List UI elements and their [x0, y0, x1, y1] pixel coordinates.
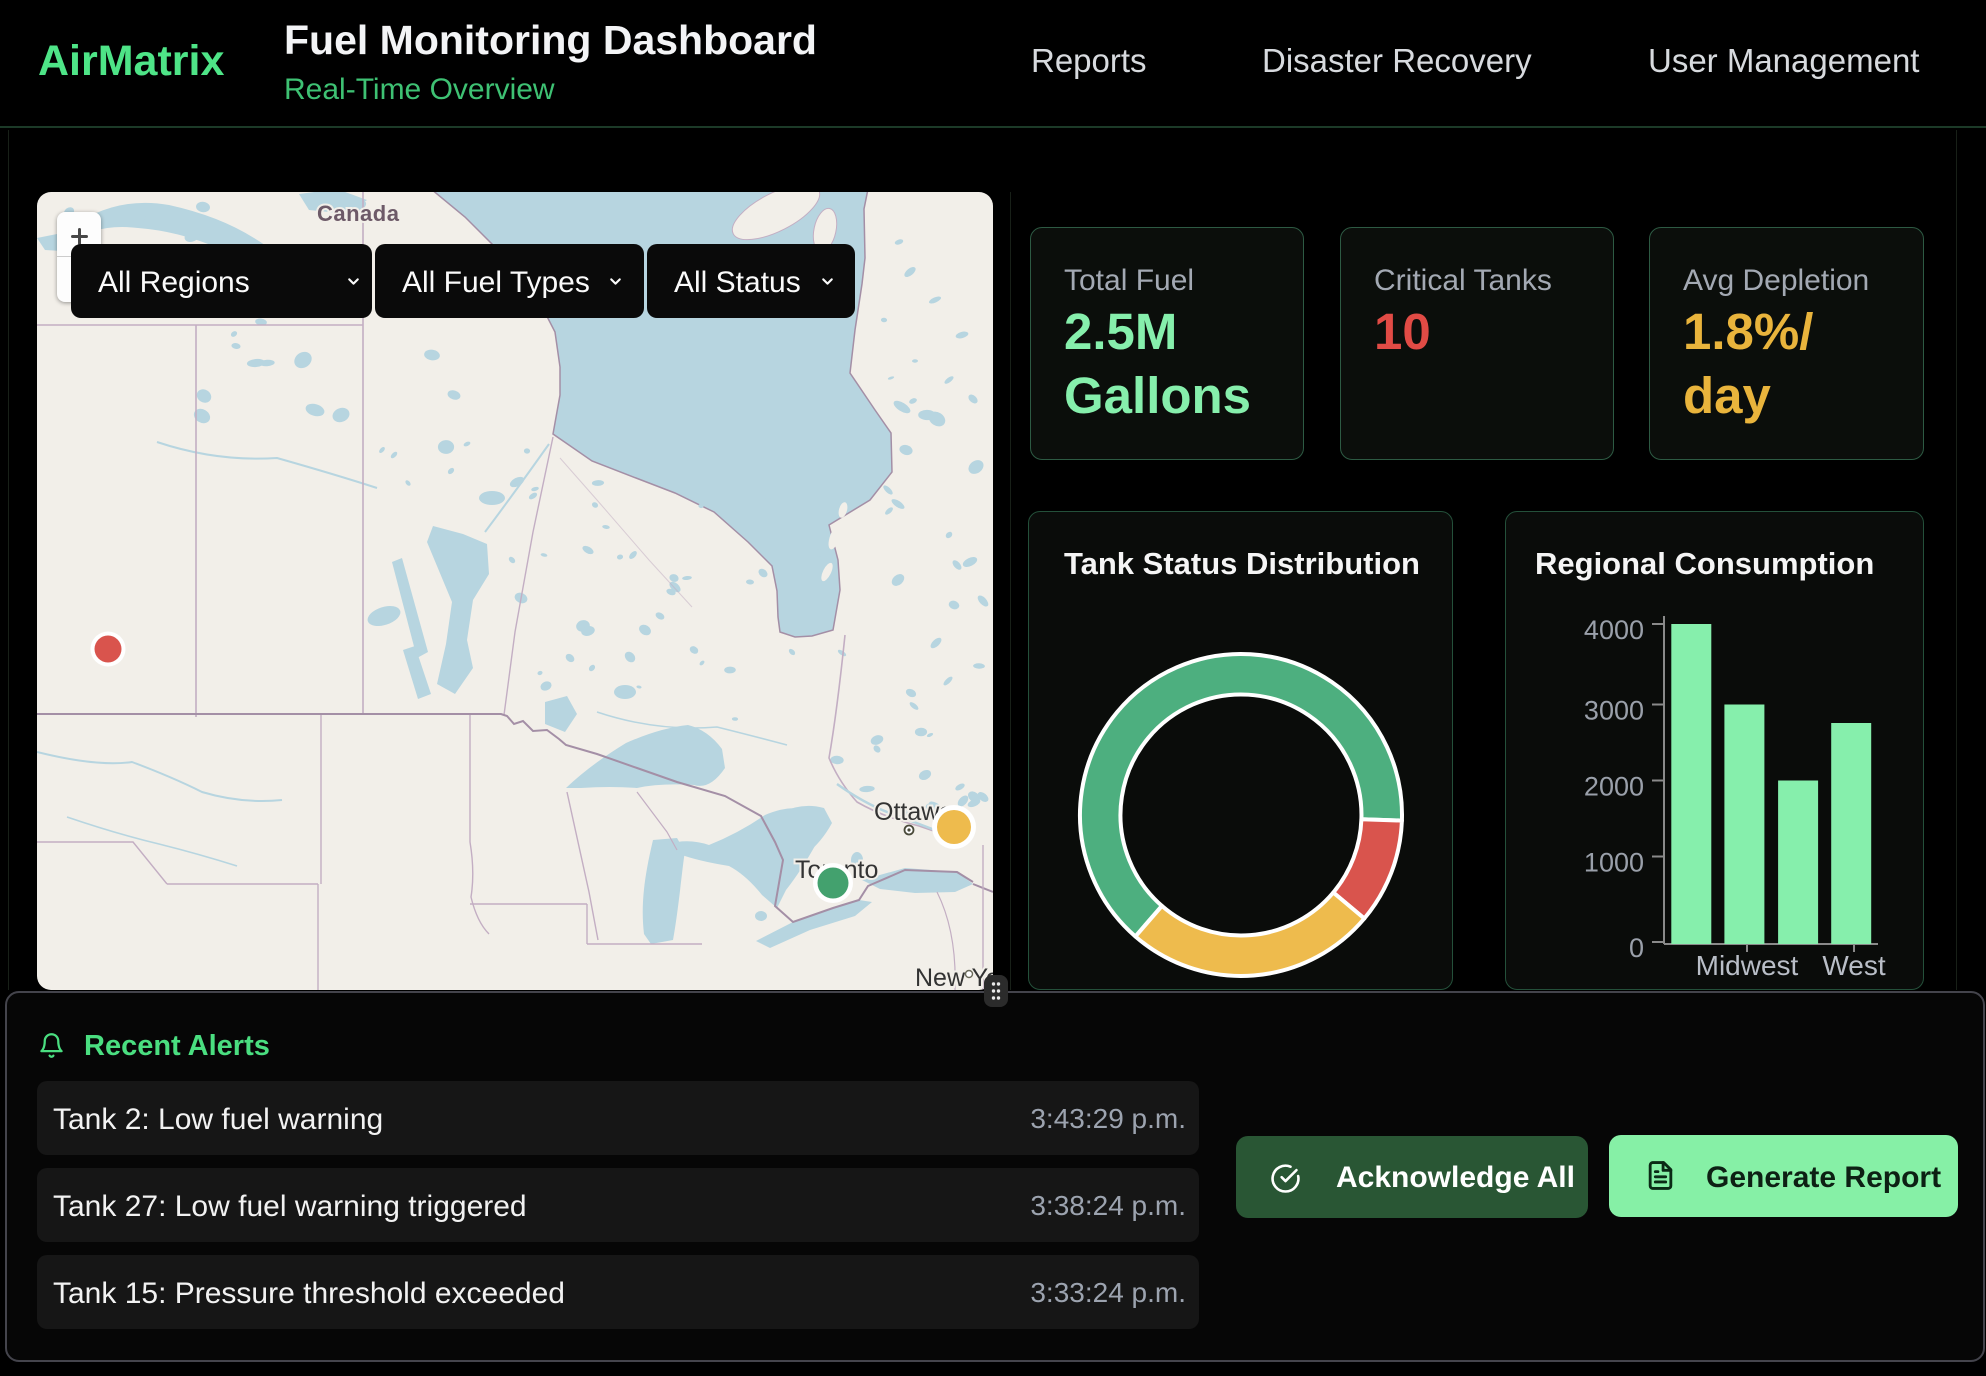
- svg-text:3000: 3000: [1584, 696, 1644, 726]
- svg-text:New York: New York: [915, 964, 993, 990]
- svg-text:4000: 4000: [1584, 615, 1644, 645]
- svg-text:2000: 2000: [1584, 772, 1644, 802]
- svg-text:West: West: [1822, 950, 1885, 981]
- svg-text:1000: 1000: [1584, 848, 1644, 878]
- svg-text:0: 0: [1629, 933, 1644, 963]
- svg-text:Midwest: Midwest: [1696, 950, 1799, 981]
- svg-text:Canada: Canada: [317, 201, 400, 226]
